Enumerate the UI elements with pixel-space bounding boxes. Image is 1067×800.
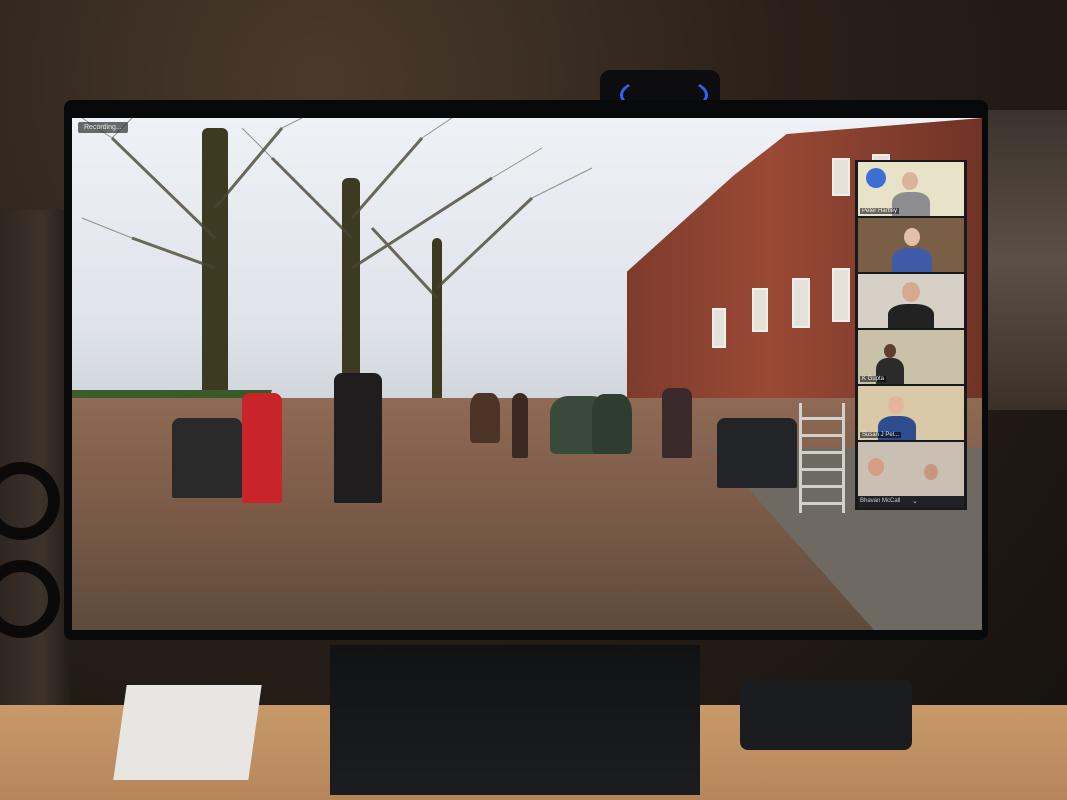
step-ladder (799, 403, 845, 513)
participant-tile[interactable]: Peter Hartley (858, 162, 964, 216)
house-window (792, 278, 810, 328)
crew-member-red-jacket (242, 393, 282, 503)
participant-tile[interactable] (858, 442, 964, 496)
monitor-screen: Recording... Peter Hartley K Gupta Susan… (72, 118, 982, 630)
decorative-shape (866, 168, 886, 188)
gallery-footer-bar[interactable]: Bhavan McCall ⌄ (858, 496, 964, 508)
horse (470, 393, 500, 443)
participant-tile[interactable]: Susan J Pel... (858, 386, 964, 440)
participant-name: Peter Hartley (860, 208, 900, 214)
horse-with-blanket (592, 394, 632, 454)
participant-face (902, 282, 920, 302)
docking-station (740, 680, 912, 750)
right-wall-poster (985, 110, 1067, 410)
participant-face (904, 228, 920, 246)
film-equipment-carts (717, 418, 797, 488)
participant-face (868, 458, 884, 476)
participant-torso (888, 304, 934, 328)
participant-name: K Gupta (860, 376, 887, 382)
participant-tile[interactable] (858, 218, 964, 272)
house-window (832, 158, 850, 196)
crew-member-dark-coat (334, 373, 382, 503)
chevron-down-icon[interactable]: ⌄ (912, 497, 918, 505)
participant-torso (892, 248, 932, 272)
monitor-stand (330, 645, 700, 795)
participant-name: Susan J Pel... (860, 432, 902, 438)
camera-equipment (172, 418, 242, 498)
participant-tile[interactable] (858, 274, 964, 328)
crew-member (662, 388, 692, 458)
house-window (832, 268, 850, 322)
participant-tile[interactable]: K Gupta (858, 330, 964, 384)
recording-indicator[interactable]: Recording... (78, 122, 128, 133)
house-window (712, 308, 726, 348)
participant-face (884, 344, 896, 358)
participant-face (924, 464, 938, 480)
participant-face (888, 396, 904, 414)
gallery-footer-name: Bhavan McCall (860, 498, 901, 504)
white-box (113, 685, 262, 780)
participant-face (902, 172, 918, 190)
crew-member (512, 393, 528, 458)
house-window (752, 288, 768, 332)
participant-gallery[interactable]: Peter Hartley K Gupta Susan J Pel... Bha… (855, 160, 967, 510)
